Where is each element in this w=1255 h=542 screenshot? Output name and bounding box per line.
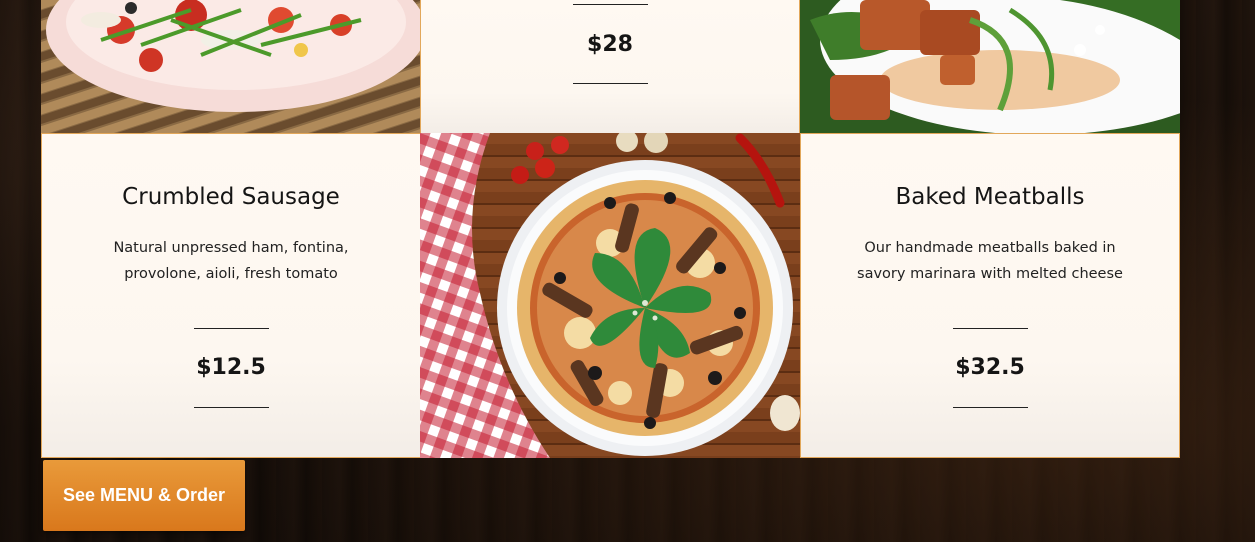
divider-bottom <box>194 407 269 408</box>
price-label: $12.5 <box>196 355 266 380</box>
see-menu-order-button[interactable]: See MENU & Order <box>43 460 245 531</box>
dish-description: Natural unpressed ham, fontina, provolon… <box>113 240 349 282</box>
divider-bottom <box>573 83 648 84</box>
divider-bottom <box>953 407 1028 408</box>
divider-top <box>194 328 269 329</box>
menu-card-top: $28 <box>420 0 800 134</box>
menu-card-baked-meatballs: Baked Meatballs Our handmade meatballs b… <box>800 133 1180 458</box>
dish-title: Crumbled Sausage <box>122 184 340 210</box>
divider-top <box>573 4 648 5</box>
pizza-photo <box>420 133 800 458</box>
menu-card-crumbled-sausage: Crumbled Sausage Natural unpressed ham, … <box>41 133 421 458</box>
chicken-salad-photo <box>800 0 1180 133</box>
dish-title: Baked Meatballs <box>895 184 1085 210</box>
price-label: $32.5 <box>955 355 1025 380</box>
price-label: $28 <box>587 32 633 57</box>
dish-description: Our handmade meatballs baked in savory m… <box>857 240 1123 282</box>
salad-photo <box>41 0 421 133</box>
divider-top <box>953 328 1028 329</box>
